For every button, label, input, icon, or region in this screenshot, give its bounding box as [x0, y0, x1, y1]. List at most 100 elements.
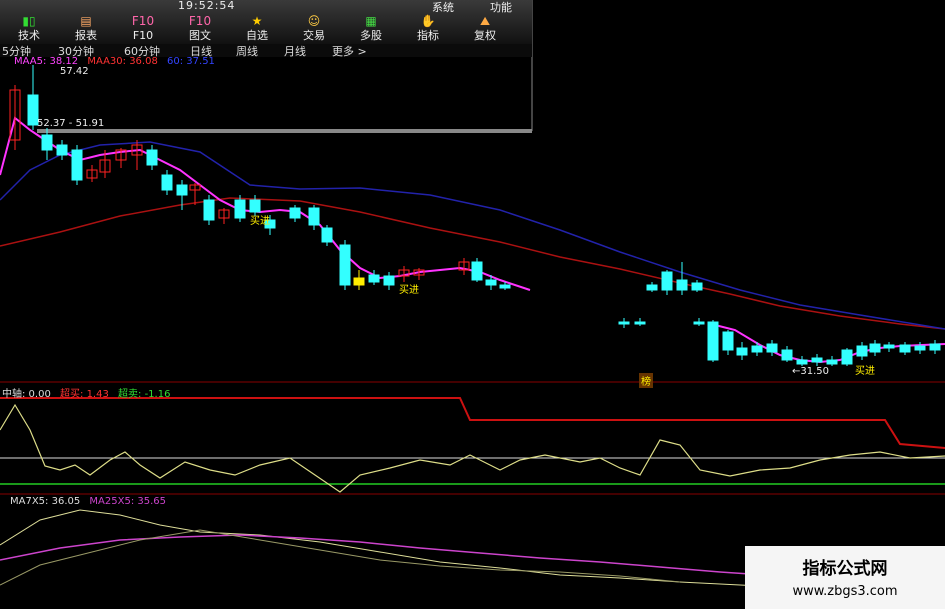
candle-body	[766, 343, 778, 353]
candle	[413, 268, 425, 280]
toolbar-favorite-button[interactable]: ★ 自选	[236, 13, 278, 43]
candle-body	[471, 261, 483, 281]
period-monthly[interactable]: 月线	[284, 43, 306, 59]
overbought-line	[0, 397, 945, 449]
candle	[353, 270, 365, 290]
ma-sub-panel	[0, 509, 801, 589]
favorite-icon: ★	[251, 14, 263, 28]
high-price-label: 57.42	[60, 66, 89, 77]
ma30-value: MAA30: 36.08	[87, 56, 158, 67]
oscillator-legend: 中轴: 0.00 超买: 1.43 超卖: -1.16	[2, 385, 170, 400]
toolbar: 19:52:54 系统 功能 ▮▯ 技术 ▤ 报表 F10 F10 F10 图文 ★ 自选 ☺ 交易 ▦…	[0, 0, 532, 45]
candle-body	[203, 199, 215, 221]
watermark-url: www.zbgs3.com	[792, 584, 898, 599]
candle	[646, 282, 658, 292]
candle-body	[751, 345, 763, 353]
candle	[899, 342, 911, 355]
candle	[383, 272, 395, 290]
candle	[914, 342, 926, 354]
candle-body	[781, 349, 793, 361]
candle-body	[249, 199, 261, 213]
candle-body	[722, 331, 734, 351]
candle-body	[869, 343, 881, 353]
candle	[751, 342, 763, 356]
candle-body	[339, 244, 351, 286]
candle-body	[646, 284, 658, 291]
toolbar-label: 复权	[474, 29, 496, 42]
ma25x5-line	[0, 534, 781, 577]
candle-body	[499, 284, 511, 289]
candle-body	[883, 344, 895, 349]
candle-body	[234, 199, 246, 219]
toolbar-label: 报表	[75, 29, 97, 42]
candlestick-icon: ▮▯	[22, 14, 36, 28]
candle	[869, 340, 881, 356]
report-icon: ▤	[80, 14, 92, 28]
candle	[661, 270, 673, 295]
toolbar-label: 指标	[417, 29, 439, 42]
toolbar-trade-button[interactable]: ☺ 交易	[293, 13, 335, 43]
candle	[289, 205, 301, 222]
candle	[131, 140, 143, 170]
toolbar-graphic-text-button[interactable]: F10 图文	[179, 13, 221, 43]
candle	[676, 262, 688, 295]
candle-body	[289, 207, 301, 219]
toolbar-rights-restore-button[interactable]: ⛰ 复权	[464, 13, 506, 43]
toolbar-label: 图文	[189, 29, 211, 42]
candle	[634, 318, 646, 326]
candle-body	[929, 343, 941, 351]
ma60-value: 60: 37.51	[167, 56, 215, 67]
candle-body	[736, 347, 748, 356]
candle	[796, 356, 808, 366]
toolbar-label: 技术	[18, 29, 40, 42]
toolbar-f10-button[interactable]: F10 F10	[122, 13, 164, 43]
candle	[826, 356, 838, 366]
ma60-line	[0, 141, 945, 330]
toolbar-indicator-button[interactable]: ✋ 指标	[407, 13, 449, 43]
period-more[interactable]: 更多 >	[332, 43, 367, 59]
toolbar-report-button[interactable]: ▤ 报表	[65, 13, 107, 43]
candle	[736, 342, 748, 360]
sub-ma-legend: MA7X5: 36.05 MA25X5: 35.65	[10, 496, 166, 507]
status-bar: 19:52:54 系统 功能	[0, 0, 532, 14]
sub-line-3	[0, 529, 681, 586]
indicator-icon: ✋	[420, 14, 436, 28]
toolbar-label: 自选	[246, 29, 268, 42]
toolbar-label: F10	[132, 29, 154, 42]
candle	[841, 348, 853, 366]
oscillator-line	[0, 403, 945, 493]
toolbar-label: 多股	[360, 29, 382, 42]
candle-body	[841, 349, 853, 365]
candle	[691, 280, 703, 292]
candle-body	[899, 344, 911, 353]
candle-body	[353, 277, 365, 286]
candle-body	[41, 134, 53, 151]
ma25x5-value: MA25X5: 35.65	[89, 496, 167, 507]
toolbar-multi-stock-button[interactable]: ▦ 多股	[350, 13, 392, 43]
candle	[218, 208, 230, 224]
toolbar-candlestick-button[interactable]: ▮▯ 技术	[8, 13, 50, 43]
candle-body	[485, 279, 497, 286]
axis-value: 中轴: 0.00	[2, 389, 51, 400]
candle	[471, 258, 483, 282]
price-chart[interactable]	[0, 0, 945, 609]
candle-body	[634, 321, 646, 325]
multi-stock-icon: ▦	[365, 14, 377, 28]
candlesticks	[9, 65, 941, 366]
trade-icon: ☺	[307, 14, 321, 28]
low-price-label: ←31.50	[792, 366, 830, 377]
candle	[9, 85, 21, 150]
candle-body	[383, 275, 395, 286]
candle	[146, 145, 158, 170]
candle-body	[676, 279, 688, 291]
ma-legend: MAA5: 38.12 MAA30: 36.08 60: 37.51	[14, 56, 221, 67]
candle	[56, 140, 68, 160]
candle-body	[308, 207, 320, 226]
oversold-value: 超卖: -1.16	[118, 389, 171, 400]
oscillator-panel	[0, 397, 945, 493]
watermark: 指标公式网 www.zbgs3.com	[745, 546, 945, 609]
period-weekly[interactable]: 周线	[236, 43, 258, 59]
ma5-line-1	[0, 116, 531, 291]
candle-body	[56, 144, 68, 156]
candle-body	[661, 271, 673, 291]
